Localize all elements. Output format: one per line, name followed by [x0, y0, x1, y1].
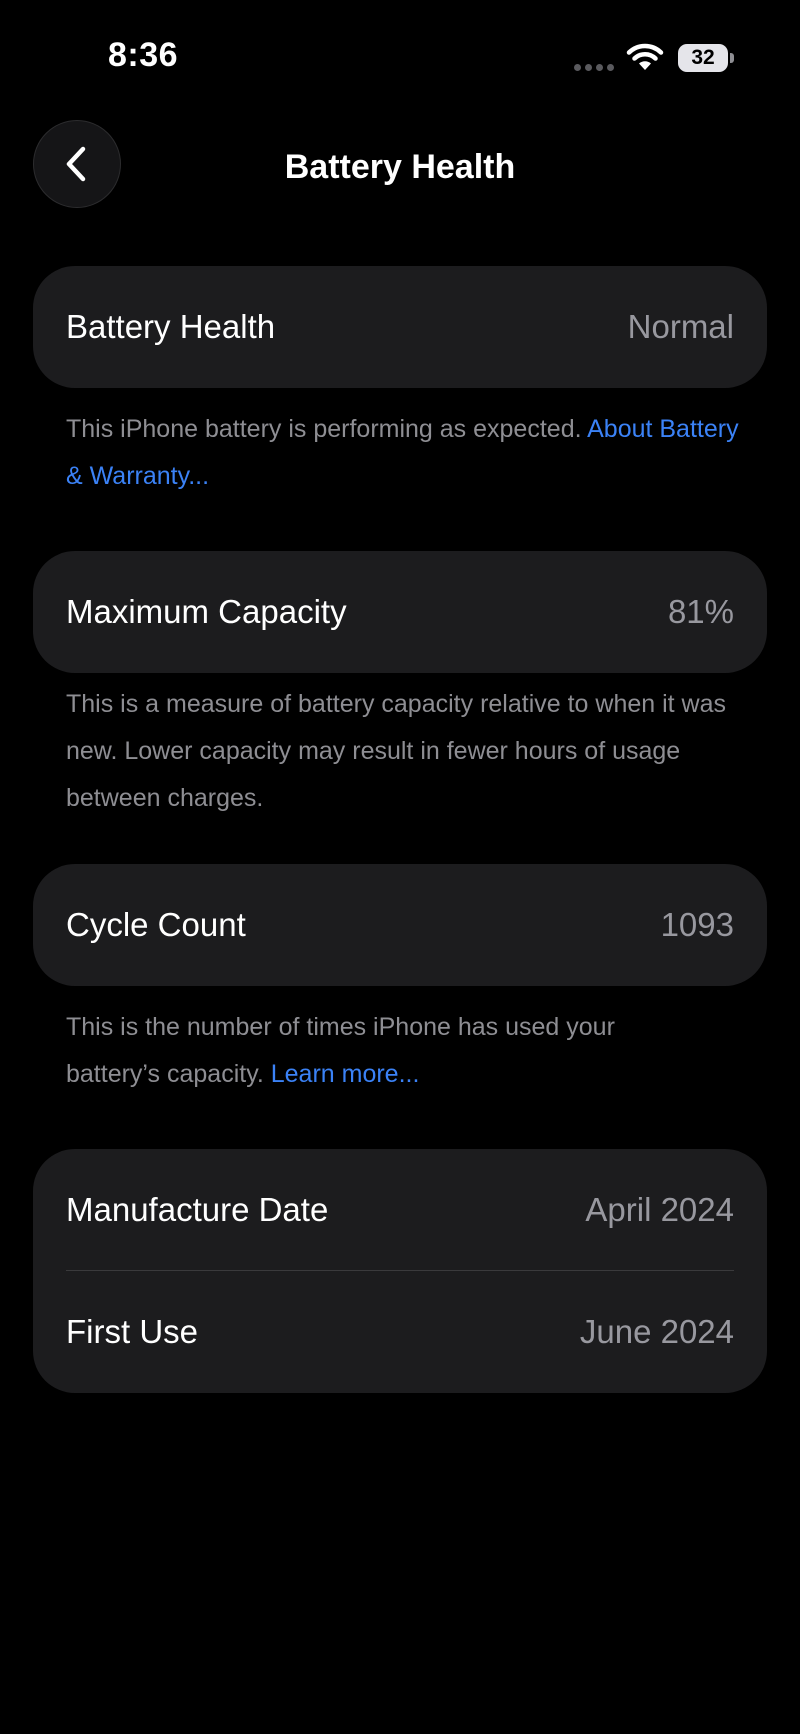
battery-health-description: This iPhone battery is performing as exp…	[66, 415, 588, 443]
battery-icon: 32	[678, 44, 734, 74]
battery-health-value: Normal	[627, 308, 734, 345]
manufacture-date-value: April 2024	[585, 1191, 734, 1228]
cycle-count-card: Cycle Count 1093	[33, 864, 767, 986]
signal-dots-icon	[574, 64, 614, 72]
manufacture-date-row: Manufacture Date April 2024	[66, 1149, 734, 1271]
status-bar: 8:36 32	[0, 0, 800, 110]
cycle-count-value: 1093	[660, 906, 734, 943]
battery-level: 32	[678, 44, 728, 72]
maximum-capacity-value: 81%	[667, 593, 734, 630]
page-title: Battery Health	[284, 148, 516, 186]
cycle-count-label: Cycle Count	[66, 906, 246, 943]
first-use-value: June 2024	[579, 1313, 734, 1350]
cycle-count-row: Cycle Count 1093	[66, 864, 734, 986]
wifi-icon	[626, 43, 664, 70]
maximum-capacity-label: Maximum Capacity	[66, 593, 347, 630]
maximum-capacity-footnote: This is a measure of battery capacity re…	[66, 690, 727, 812]
battery-health-footnote: This iPhone battery is performing as exp…	[66, 406, 746, 500]
status-time: 8:36	[108, 36, 179, 74]
manufacture-date-label: Manufacture Date	[66, 1191, 329, 1228]
first-use-row: First Use June 2024	[66, 1271, 734, 1393]
learn-more-link[interactable]: Learn more...	[271, 1060, 420, 1088]
dates-card: Manufacture Date April 2024 First Use Ju…	[33, 1149, 767, 1393]
maximum-capacity-card: Maximum Capacity 81%	[33, 551, 767, 673]
battery-health-card: Battery Health Normal	[33, 266, 767, 388]
first-use-label: First Use	[66, 1313, 198, 1350]
battery-health-row: Battery Health Normal	[66, 266, 734, 388]
maximum-capacity-row: Maximum Capacity 81%	[66, 551, 734, 673]
battery-health-label: Battery Health	[66, 308, 276, 345]
cycle-count-footnote: This is the number of times iPhone has u…	[66, 1004, 706, 1098]
